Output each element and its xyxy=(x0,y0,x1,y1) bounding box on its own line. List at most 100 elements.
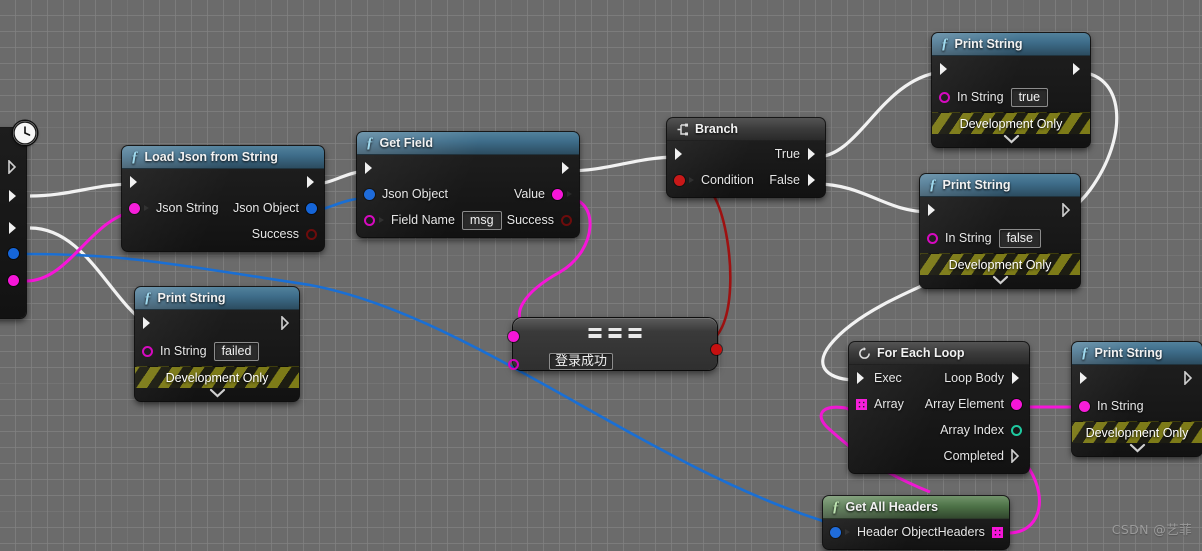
equals-icon xyxy=(588,328,642,338)
node-title: Load Json from String xyxy=(144,150,278,164)
node-branch[interactable]: Branch True Condition False xyxy=(667,118,825,197)
node-get-field[interactable]: ƒ Get Field Json Object Value Field Name… xyxy=(357,132,579,237)
field-name-label: Field Name xyxy=(391,213,455,227)
field-name-input[interactable]: msg xyxy=(461,210,502,230)
exec-in-pin[interactable] xyxy=(142,316,153,330)
in-string-label: In String xyxy=(160,344,207,358)
in-string-row: In String false xyxy=(920,223,1080,253)
completed-label: Completed xyxy=(943,449,1004,463)
object-pin-out[interactable] xyxy=(8,248,19,259)
json-string-pin[interactable] xyxy=(129,202,140,214)
node-header[interactable]: ƒ Get All Headers xyxy=(823,496,1009,519)
blueprint-graph-canvas[interactable]: ƒ Load Json from String Json String Json… xyxy=(0,0,1202,551)
value-label: Value xyxy=(513,187,545,201)
exec-in-pin[interactable] xyxy=(364,161,375,175)
exec-in-pin[interactable] xyxy=(129,175,140,189)
in-string-pin[interactable] xyxy=(1079,400,1090,412)
array-index-pin[interactable] xyxy=(1011,424,1022,436)
node-equal-string-compact[interactable]: 登录成功 xyxy=(508,318,722,370)
array-row: Array Array Element xyxy=(849,391,1029,417)
chevron-down-icon[interactable] xyxy=(1072,443,1202,456)
node-title: For Each Loop xyxy=(877,346,965,360)
condition-label: Condition xyxy=(701,173,754,187)
exec-pin-out-1[interactable] xyxy=(8,189,19,208)
node-for-each-loop[interactable]: For Each Loop Exec Loop Body Array Array… xyxy=(849,342,1029,473)
node-get-all-headers[interactable]: ƒ Get All Headers Header Object Headers xyxy=(823,496,1009,549)
in-string-row: In String xyxy=(1072,391,1202,421)
completed-pin[interactable] xyxy=(1011,449,1022,463)
exec-out-pin[interactable] xyxy=(281,316,292,330)
equal-input-a-pin[interactable] xyxy=(508,331,519,342)
exec-out-pin[interactable] xyxy=(561,161,572,175)
node-print-string-true[interactable]: ƒ Print String In String true Developmen… xyxy=(932,33,1090,147)
condition-pin[interactable] xyxy=(674,174,685,186)
node-header[interactable]: ƒ Print String xyxy=(1072,342,1202,365)
node-header[interactable]: ƒ Get Field xyxy=(357,132,579,155)
exec-in-pin[interactable] xyxy=(856,371,867,385)
in-string-row: In String true xyxy=(932,82,1090,112)
exec-out-pin[interactable] xyxy=(1184,371,1195,385)
success-pin[interactable] xyxy=(306,228,317,240)
exec-out-pin[interactable] xyxy=(306,175,317,189)
exec-out-pin[interactable] xyxy=(1062,203,1073,217)
true-pin[interactable] xyxy=(807,147,818,161)
equal-input-b-pin[interactable] xyxy=(508,359,519,370)
json-object-pin[interactable] xyxy=(364,188,375,200)
array-index-label: Array Index xyxy=(940,423,1004,437)
in-string-input[interactable]: false xyxy=(998,228,1041,248)
node-header[interactable]: For Each Loop xyxy=(849,342,1029,365)
exec-pin-out-2[interactable] xyxy=(8,221,19,240)
string-pin-out[interactable] xyxy=(8,275,19,286)
in-string-pin[interactable] xyxy=(927,232,938,244)
chevron-down-icon[interactable] xyxy=(920,275,1080,288)
node-header[interactable]: ƒ Print String xyxy=(920,174,1080,197)
json-object-label: Json Object xyxy=(232,201,299,215)
in-string-pin[interactable] xyxy=(142,345,153,357)
chevron-down-icon[interactable] xyxy=(932,134,1090,147)
value-pin[interactable] xyxy=(552,188,563,200)
node-header[interactable]: ƒ Print String xyxy=(135,287,299,310)
equal-result-pin[interactable] xyxy=(711,344,722,355)
node-print-string-false[interactable]: ƒ Print String In String false Developme… xyxy=(920,174,1080,288)
array-element-pin[interactable] xyxy=(1011,398,1022,410)
equal-compare-value-input[interactable]: 登录成功 xyxy=(549,353,614,370)
exec-in-pin[interactable] xyxy=(927,203,938,217)
exec-out-pin[interactable] xyxy=(1072,62,1083,76)
in-string-label: In String xyxy=(945,231,992,245)
node-print-string-failed[interactable]: ƒ Print String In String failed Developm… xyxy=(135,287,299,401)
array-index-row: Array Index xyxy=(849,417,1029,443)
header-object-pin[interactable] xyxy=(830,526,841,538)
loop-icon xyxy=(858,346,871,360)
function-icon: ƒ xyxy=(1081,344,1089,361)
development-only-banner: Development Only xyxy=(920,253,1080,275)
in-string-label: In String xyxy=(957,90,1004,104)
node-header[interactable]: ƒ Load Json from String xyxy=(122,146,324,169)
success-pin[interactable] xyxy=(561,214,572,226)
false-pin[interactable] xyxy=(807,173,818,187)
node-title: Get All Headers xyxy=(845,500,939,514)
true-label: True xyxy=(774,147,800,161)
node-header[interactable]: Branch xyxy=(667,118,825,141)
json-object-pin[interactable] xyxy=(306,202,317,214)
exec-pin-unconnected[interactable] xyxy=(8,159,19,179)
node-load-json-from-string[interactable]: ƒ Load Json from String Json String Json… xyxy=(122,146,324,251)
exec-in-pin[interactable] xyxy=(939,62,950,76)
json-object-row: Json Object Value xyxy=(357,181,579,207)
node-header[interactable]: ƒ Print String xyxy=(932,33,1090,56)
offscreen-node-partial[interactable] xyxy=(0,128,26,318)
array-pin[interactable] xyxy=(856,398,867,410)
field-name-pin[interactable] xyxy=(364,214,375,226)
headers-pin[interactable] xyxy=(991,526,1003,538)
node-title: Get Field xyxy=(379,136,433,150)
loop-body-pin[interactable] xyxy=(1011,371,1022,385)
in-string-input[interactable]: true xyxy=(1010,87,1049,107)
node-print-string-header[interactable]: ƒ Print String In String Development Onl… xyxy=(1072,342,1202,456)
chevron-down-icon[interactable] xyxy=(135,388,299,401)
exec-in-pin[interactable] xyxy=(1079,371,1090,385)
false-label: False xyxy=(769,173,800,187)
in-string-input[interactable]: failed xyxy=(213,341,260,361)
exec-in-pin[interactable] xyxy=(674,147,685,161)
branch-false-row: Condition False xyxy=(667,167,825,193)
in-string-pin[interactable] xyxy=(939,91,950,103)
exec-row xyxy=(932,56,1090,82)
